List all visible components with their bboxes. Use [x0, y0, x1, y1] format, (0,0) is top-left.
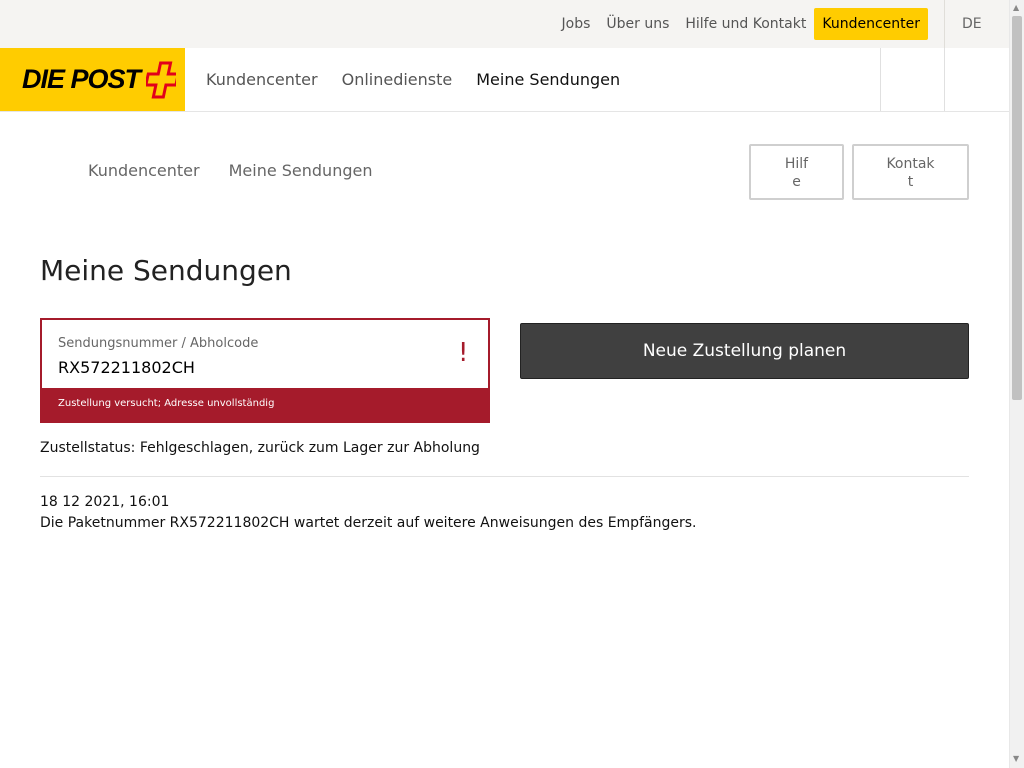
top-link-about[interactable]: Über uns	[606, 16, 669, 32]
tracking-field-value[interactable]: RX572211802CH	[58, 358, 195, 377]
help-button-label: Hilfe	[784, 156, 809, 190]
logo[interactable]: DIE POST	[0, 48, 185, 111]
nav-divider	[944, 48, 945, 111]
top-links: Jobs Über uns Hilfe und Kontakt Kundence…	[546, 7, 928, 41]
breadcrumb: Kundencenter Meine Sendungen	[88, 161, 401, 180]
main-nav-items: Kundencenter Onlinedienste Meine Sendung…	[206, 70, 644, 89]
logo-text: DIE POST	[22, 64, 141, 94]
breadcrumb-item-meine-sendungen[interactable]: Meine Sendungen	[229, 161, 373, 180]
divider	[40, 476, 969, 477]
page-title: Meine Sendungen	[40, 254, 292, 287]
nav-item-meine-sendungen[interactable]: Meine Sendungen	[476, 70, 620, 89]
nav-item-kundencenter[interactable]: Kundencenter	[206, 70, 318, 89]
scroll-thumb[interactable]	[1012, 16, 1022, 400]
contact-button[interactable]: Kontakt	[852, 144, 969, 200]
error-message: Zustellung versucht; Adresse unvollständ…	[42, 388, 488, 421]
top-divider	[944, 0, 945, 48]
top-link-kundencenter[interactable]: Kundencenter	[814, 8, 928, 40]
scroll-up-arrow-icon[interactable]: ▲	[1013, 3, 1019, 12]
contact-button-label: Kontakt	[886, 156, 935, 190]
nav-divider	[880, 48, 881, 111]
error-icon: !	[458, 338, 469, 368]
top-bar: Jobs Über uns Hilfe und Kontakt Kundence…	[0, 0, 1009, 48]
event-description: Die Paketnummer RX572211802CH wartet der…	[40, 515, 697, 531]
help-button[interactable]: Hilfe	[749, 144, 844, 200]
event-timestamp: 18 12 2021, 16:01	[40, 494, 170, 510]
scroll-down-arrow-icon[interactable]: ▼	[1013, 754, 1019, 763]
scrollbar[interactable]: ▲ ▼	[1009, 0, 1024, 768]
top-link-help-contact[interactable]: Hilfe und Kontakt	[685, 16, 806, 32]
top-link-jobs[interactable]: Jobs	[562, 16, 591, 32]
delivery-status: Zustellstatus: Fehlgeschlagen, zurück zu…	[40, 440, 480, 456]
swiss-cross-icon	[146, 61, 177, 98]
tracking-field-label: Sendungsnummer / Abholcode	[58, 336, 259, 351]
nav-item-onlinedienste[interactable]: Onlinedienste	[342, 70, 453, 89]
schedule-delivery-button[interactable]: Neue Zustellung planen	[520, 323, 969, 379]
language-switcher[interactable]: DE	[962, 16, 982, 32]
main-nav: DIE POST Kundencenter Onlinedienste Mein…	[0, 48, 1009, 112]
breadcrumb-item-kundencenter[interactable]: Kundencenter	[88, 161, 200, 180]
tracking-number-field[interactable]: Sendungsnummer / Abholcode RX572211802CH…	[40, 318, 490, 423]
